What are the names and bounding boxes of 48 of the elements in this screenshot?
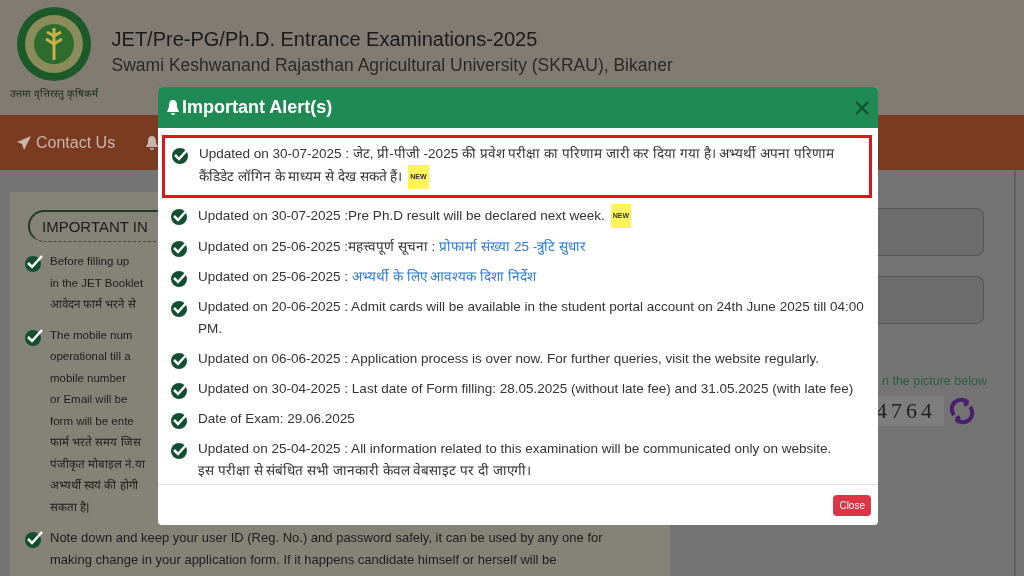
site-subtitle: Swami Keshwanand Rajasthan Agricultural University (SKRAU), Bikaner <box>111 55 673 76</box>
alert-text: Updated on 06-06-2025 : Application process is over now. For further queries, visit the website regularly. <box>198 350 820 368</box>
bell-icon <box>166 99 180 116</box>
check-icon <box>170 410 190 430</box>
check-icon <box>24 529 44 549</box>
check-icon <box>171 145 191 165</box>
alert-link[interactable]: अभ्यर्थी के लिए आवश्यक दिशा निर्देश <box>352 269 536 284</box>
alert-text: इस परीक्षा से संबंधित सभी जानकारी केवल वेबसाइट पर दी जाएगी। <box>198 462 532 480</box>
info-text-line: आवेदन फार्म भरने से <box>50 296 137 312</box>
alert-text: Updated on 25-06-2025 :महत्त्वपूर्ण सूचना : प्रोफार्मा संख्या 25 -त्रुटि सुधार <box>198 238 586 257</box>
university-emblem-icon <box>15 6 92 82</box>
refresh-icon[interactable] <box>948 397 976 425</box>
info-text-line: Before filling up <box>50 254 131 269</box>
info-text-line: in the JET Booklet <box>50 275 144 291</box>
nav-link[interactable]: Contact Us <box>16 133 116 152</box>
info-text-line: operational till a <box>50 349 132 364</box>
alert-text: Date of Exam: 29.06.2025 <box>198 410 355 428</box>
check-icon <box>24 253 44 273</box>
site-title: JET/Pre-PG/Ph.D. Entrance Examinations-2025 <box>111 28 539 51</box>
alert-text: Updated on 30-04-2025 : Last date of Form filling: 28.05.2025 (without late fee) and 31.05.2025 (with late fee) <box>198 380 854 398</box>
alert-text: Updated on 25-06-2025 : अभ्यर्थी के लिए आवश्यक दिशा निर्देश <box>198 268 536 286</box>
check-icon <box>170 350 190 370</box>
info-text-line: The mobile num <box>50 327 134 343</box>
close-icon <box>854 99 870 116</box>
info-text-line: or Email will be <box>50 392 129 407</box>
paper-plane-icon <box>16 134 32 151</box>
check-icon <box>170 380 190 400</box>
check-icon <box>170 298 190 318</box>
check-icon <box>170 440 190 460</box>
check-icon <box>170 238 190 258</box>
info-text-line: सकता है| <box>50 499 91 515</box>
info-text-line: अभ्यर्थी स्वयं की होगी <box>50 477 139 493</box>
bell-icon <box>145 134 160 151</box>
captcha-hint: n the picture below <box>882 374 988 388</box>
dialog-title: Important Alert(s) <box>182 97 334 118</box>
close-button[interactable]: Close <box>833 494 871 516</box>
info-text-line: form will be ente <box>50 413 135 429</box>
university-motto: उत्तमा वृत्तिरस्तु कृषिकर्मं <box>10 87 98 100</box>
info-text-line: making change in your application form. If it happens candidate himself or herself will be <box>50 550 558 569</box>
alert-text: Updated on 25-04-2025 : All information related to this examination will be communicated only on website. <box>198 440 832 458</box>
alert-link[interactable]: प्रोफार्मा संख्या 25 -त्रुटि सुधार <box>439 239 586 254</box>
check-icon <box>170 206 190 226</box>
info-text-line: mobile number <box>50 370 128 386</box>
check-icon <box>170 268 190 288</box>
info-text-line: Note down and keep your user ID (Reg. No.) and password safely, it can be used by any one for <box>50 529 603 547</box>
alert-text: Updated on 20-06-2025 : Admit cards will be available in the student portal account on 24th June 2025 till 04:00 PM. <box>198 298 864 338</box>
info-text-line: पंजीकृत मोबाइल नं.या <box>50 456 145 473</box>
info-text-line: फार्म भरते समय जिस <box>50 434 142 450</box>
